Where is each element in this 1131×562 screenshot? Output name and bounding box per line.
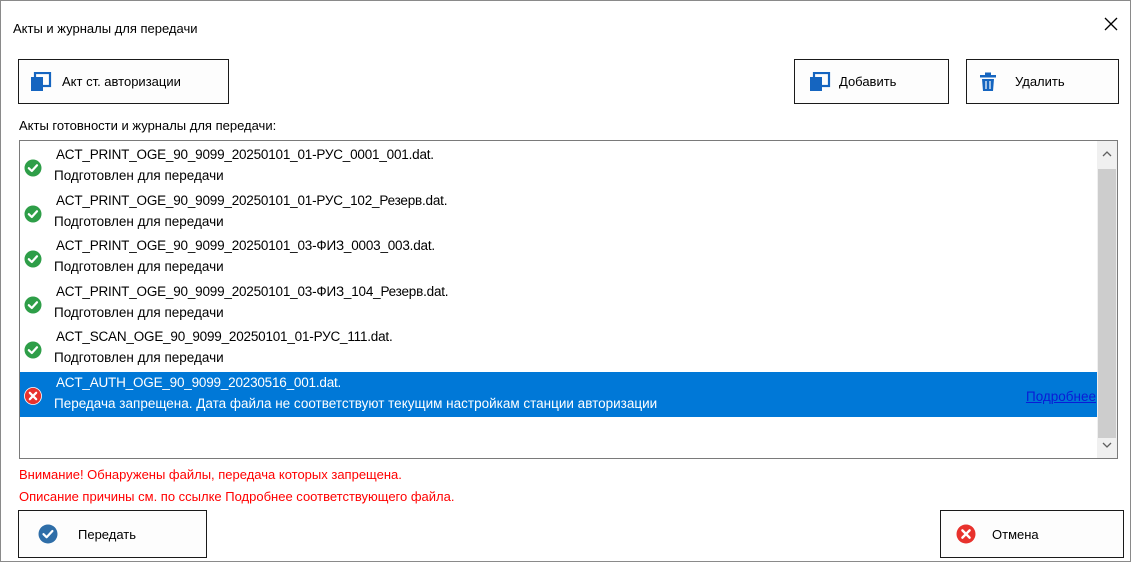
auth-act-label: Акт ст. авторизации (62, 74, 181, 89)
files-rows: ACT_PRINT_OGE_90_9099_20250101_01-РУС_00… (20, 144, 1098, 417)
warning-line-1: Внимание! Обнаружены файлы, передача кот… (19, 467, 402, 482)
check-circle-icon (24, 250, 42, 268)
list-item[interactable]: ACT_PRINT_OGE_90_9099_20250101_01-РУС_10… (20, 190, 1098, 236)
windows-copy-icon (30, 71, 52, 92)
details-link[interactable]: Подробнее (1026, 389, 1096, 404)
list-item[interactable]: ACT_SCAN_OGE_90_9099_20250101_01-РУС_111… (20, 326, 1098, 372)
auth-act-button[interactable]: Акт ст. авторизации (18, 59, 229, 104)
window-title: Акты и журналы для передачи (13, 21, 198, 36)
scroll-up-button[interactable] (1097, 145, 1117, 162)
list-item[interactable]: ACT_PRINT_OGE_90_9099_20250101_03-ФИЗ_00… (20, 235, 1098, 281)
send-label: Передать (78, 526, 137, 542)
error-circle-icon (24, 386, 42, 405)
send-button[interactable]: Передать (18, 510, 207, 558)
error-circle-icon (956, 524, 976, 544)
check-circle-icon (24, 159, 42, 177)
file-name: ACT_AUTH_OGE_90_9099_20230516_001.dat. (56, 374, 342, 390)
delete-label: Удалить (1015, 74, 1065, 89)
list-item[interactable]: ACT_PRINT_OGE_90_9099_20250101_01-РУС_00… (20, 144, 1098, 190)
list-item-selected[interactable]: ACT_AUTH_OGE_90_9099_20230516_001.dat. П… (20, 371, 1098, 417)
file-status: Подготовлен для передачи (54, 259, 224, 274)
add-button[interactable]: Добавить (794, 59, 949, 104)
file-name: ACT_SCAN_OGE_90_9099_20250101_01-РУС_111… (56, 329, 393, 344)
close-icon (1104, 17, 1118, 31)
file-status: Подготовлен для передачи (54, 350, 224, 365)
file-name: ACT_PRINT_OGE_90_9099_20250101_01-РУС_00… (56, 147, 434, 162)
file-name: ACT_PRINT_OGE_90_9099_20250101_03-ФИЗ_10… (56, 283, 449, 299)
check-circle-icon (24, 296, 42, 313)
scroll-down-button[interactable] (1097, 437, 1117, 454)
vertical-scrollbar[interactable] (1097, 141, 1117, 458)
warning-line-2: Описание причины см. по ссылке Подробнее… (19, 489, 455, 504)
file-name: ACT_PRINT_OGE_90_9099_20250101_01-РУС_10… (56, 192, 448, 208)
chevron-down-icon (1102, 442, 1112, 448)
check-circle-icon (24, 205, 42, 222)
chevron-up-icon (1102, 151, 1112, 157)
trash-icon (979, 72, 997, 92)
cancel-button[interactable]: Отмена (940, 510, 1124, 558)
file-status: Передача запрещена. Дата файла не соотве… (54, 395, 658, 411)
file-status: Подготовлен для передачи (54, 168, 224, 183)
file-status: Подготовлен для передачи (54, 213, 224, 229)
file-status: Подготовлен для передачи (54, 304, 224, 320)
close-button[interactable] (1096, 11, 1126, 37)
dialog-window: Акты и журналы для передачи Акт ст. авто… (0, 0, 1131, 562)
check-circle-icon (24, 341, 42, 359)
check-circle-icon (38, 524, 58, 544)
files-listbox[interactable]: ACT_PRINT_OGE_90_9099_20250101_01-РУС_00… (19, 140, 1118, 459)
files-list-label: Акты готовности и журналы для передачи: (19, 118, 277, 133)
cancel-label: Отмена (992, 526, 1039, 542)
scroll-thumb[interactable] (1098, 169, 1116, 438)
delete-button[interactable]: Удалить (966, 59, 1119, 104)
file-name: ACT_PRINT_OGE_90_9099_20250101_03-ФИЗ_00… (56, 238, 435, 253)
add-label: Добавить (839, 74, 897, 89)
list-item[interactable]: ACT_PRINT_OGE_90_9099_20250101_03-ФИЗ_10… (20, 281, 1098, 327)
windows-copy-icon (809, 71, 831, 92)
